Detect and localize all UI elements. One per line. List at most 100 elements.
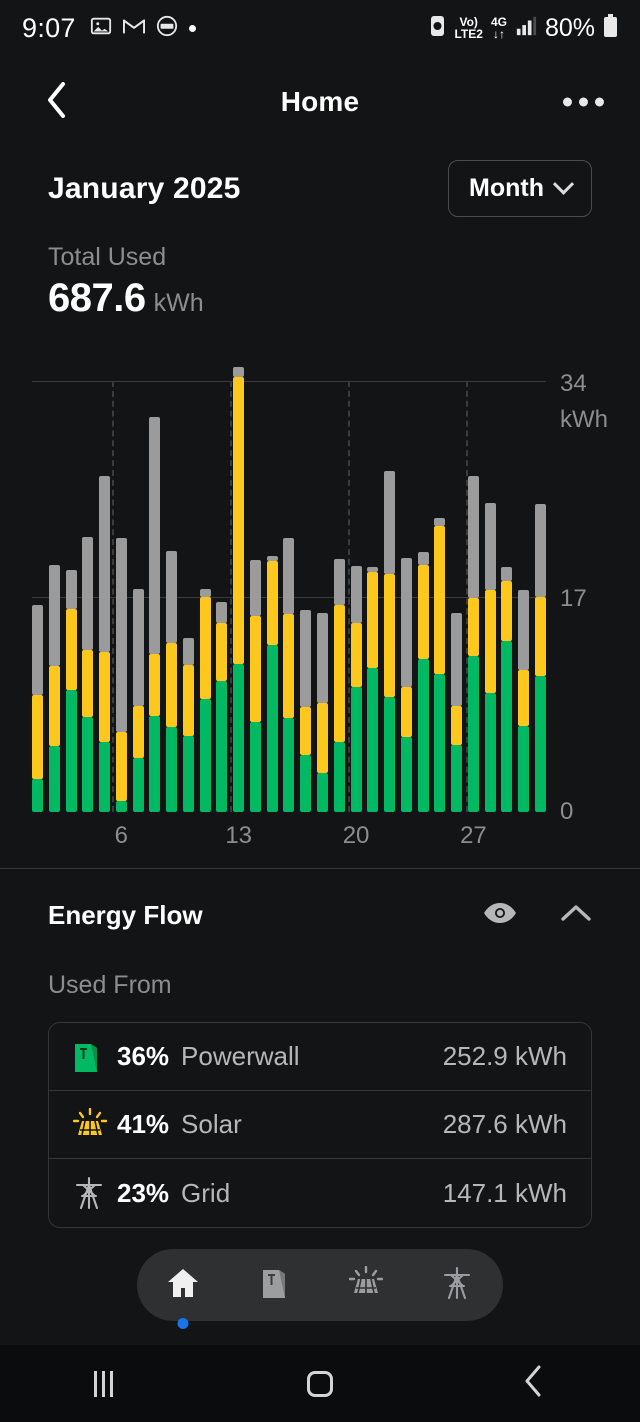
bar-segment-grid <box>333 558 345 606</box>
tab-home[interactable] <box>153 1257 213 1329</box>
bar-segment-solar <box>199 596 211 700</box>
x-axis-tick-6: 6 <box>114 822 129 849</box>
bar-segment-grid <box>216 601 228 624</box>
bar-segment-grid <box>132 588 144 706</box>
page-title: Home <box>280 86 360 117</box>
table-row[interactable]: 23% Grid 147.1 kWh <box>49 1159 591 1227</box>
chart-bar[interactable] <box>350 566 362 812</box>
chart-bar[interactable] <box>417 552 429 812</box>
energy-chart[interactable]: 34 kWh 17 0 6 13 20 27 <box>0 367 640 860</box>
chart-bar[interactable] <box>182 638 194 812</box>
recents-button[interactable] <box>62 1359 152 1409</box>
source-value: 287.6 kWh <box>442 1109 567 1139</box>
bar-segment-solar <box>149 653 161 716</box>
chart-plot-area[interactable] <box>32 367 546 812</box>
used-from-label: Used From <box>48 971 172 999</box>
period-title: January 2025 <box>48 171 241 205</box>
y-axis-label-zero: 0 <box>560 798 574 825</box>
tab-grid[interactable] <box>427 1257 487 1313</box>
chart-bar[interactable] <box>149 416 161 812</box>
bar-segment-solar <box>534 596 546 677</box>
table-row[interactable]: 36% Powerwall 252.9 kWh <box>49 1023 591 1091</box>
chevron-up-icon[interactable] <box>560 903 592 928</box>
chart-bar[interactable] <box>518 590 530 812</box>
bar-segment-powerwall <box>501 640 513 812</box>
eye-icon[interactable] <box>482 901 518 930</box>
back-chevron-icon <box>523 1365 543 1402</box>
chart-bar[interactable] <box>199 588 211 812</box>
y-axis-label-max: 34 <box>560 370 587 397</box>
bar-segment-powerwall <box>166 727 178 812</box>
source-name: Solar <box>181 1109 242 1139</box>
bar-segment-solar <box>166 643 178 728</box>
chart-bar[interactable] <box>166 550 178 812</box>
chart-bar[interactable] <box>65 569 77 812</box>
total-used-value: 687.6 <box>48 276 146 320</box>
back-button[interactable] <box>488 1359 578 1409</box>
bar-segment-powerwall <box>333 742 345 812</box>
bar-segment-grid <box>300 610 312 707</box>
bottom-tab-bar <box>137 1249 503 1329</box>
chart-bar[interactable] <box>384 471 396 812</box>
chart-bar[interactable] <box>283 538 295 812</box>
chart-bar[interactable] <box>266 555 278 812</box>
chart-bar[interactable] <box>333 558 345 812</box>
energy-flow-header: Energy Flow <box>48 900 592 931</box>
bar-segment-grid <box>384 471 396 574</box>
chart-bar[interactable] <box>317 612 329 812</box>
chart-bar[interactable] <box>451 613 463 812</box>
app-header: Home <box>0 56 640 148</box>
back-button[interactable] <box>36 81 76 122</box>
chart-bar[interactable] <box>501 567 513 812</box>
home-button[interactable] <box>275 1359 365 1409</box>
volte-icon: Vo) LTE2 <box>454 16 482 40</box>
chart-bar[interactable] <box>233 367 245 812</box>
chart-bar[interactable] <box>32 605 43 812</box>
chart-bar[interactable] <box>82 536 94 812</box>
chart-bar[interactable] <box>400 558 412 812</box>
chart-bar[interactable] <box>534 503 546 812</box>
x-axis-tick-27: 27 <box>460 822 487 849</box>
summary-header-row: January 2025 Month <box>48 160 592 217</box>
bar-segment-solar <box>300 706 312 755</box>
bar-segment-solar <box>48 666 60 747</box>
tab-solar[interactable] <box>336 1257 396 1313</box>
chart-bar[interactable] <box>300 610 312 812</box>
status-right-icons: Vo) LTE2 4G ↓↑ 80% <box>429 13 618 43</box>
table-row[interactable]: 41% Solar 287.6 kWh <box>49 1091 591 1159</box>
chart-bar[interactable] <box>48 564 60 812</box>
gmail-icon <box>122 17 145 40</box>
bar-segment-solar <box>99 652 111 743</box>
source-name: Powerwall <box>181 1041 300 1071</box>
status-left-icons <box>90 15 196 42</box>
bar-segment-grid <box>149 416 161 654</box>
bar-segment-powerwall <box>367 667 379 812</box>
chart-bar[interactable] <box>115 538 127 812</box>
bar-segment-grid <box>32 605 43 696</box>
chart-bar[interactable] <box>132 588 144 812</box>
x-axis-tick-13: 13 <box>225 822 253 849</box>
bar-segment-grid <box>115 538 127 733</box>
alarm-icon <box>429 14 446 43</box>
overflow-menu-icon[interactable] <box>563 97 604 107</box>
chart-bar[interactable] <box>434 517 446 812</box>
chevron-down-icon <box>552 173 575 195</box>
chart-bar[interactable] <box>99 476 111 812</box>
chart-bar[interactable] <box>249 559 261 812</box>
bar-segment-solar <box>400 686 412 738</box>
total-used-row: 687.6 kWh <box>48 276 592 321</box>
solar-panel-icon <box>348 1265 383 1305</box>
bar-segment-powerwall <box>350 686 362 812</box>
bar-segment-grid <box>283 538 295 615</box>
chart-bar[interactable] <box>367 567 379 812</box>
bar-segment-powerwall <box>434 673 446 812</box>
period-selector[interactable]: Month <box>448 160 592 217</box>
bar-segment-powerwall <box>384 696 396 812</box>
chart-bar[interactable] <box>484 502 496 812</box>
grid-tower-icon <box>441 1266 473 1305</box>
tab-powerwall[interactable] <box>244 1257 304 1313</box>
chart-bar[interactable] <box>467 476 479 812</box>
chart-bar[interactable] <box>216 601 228 812</box>
home-square-icon <box>306 1370 333 1397</box>
period-selector-label: Month <box>469 174 544 202</box>
